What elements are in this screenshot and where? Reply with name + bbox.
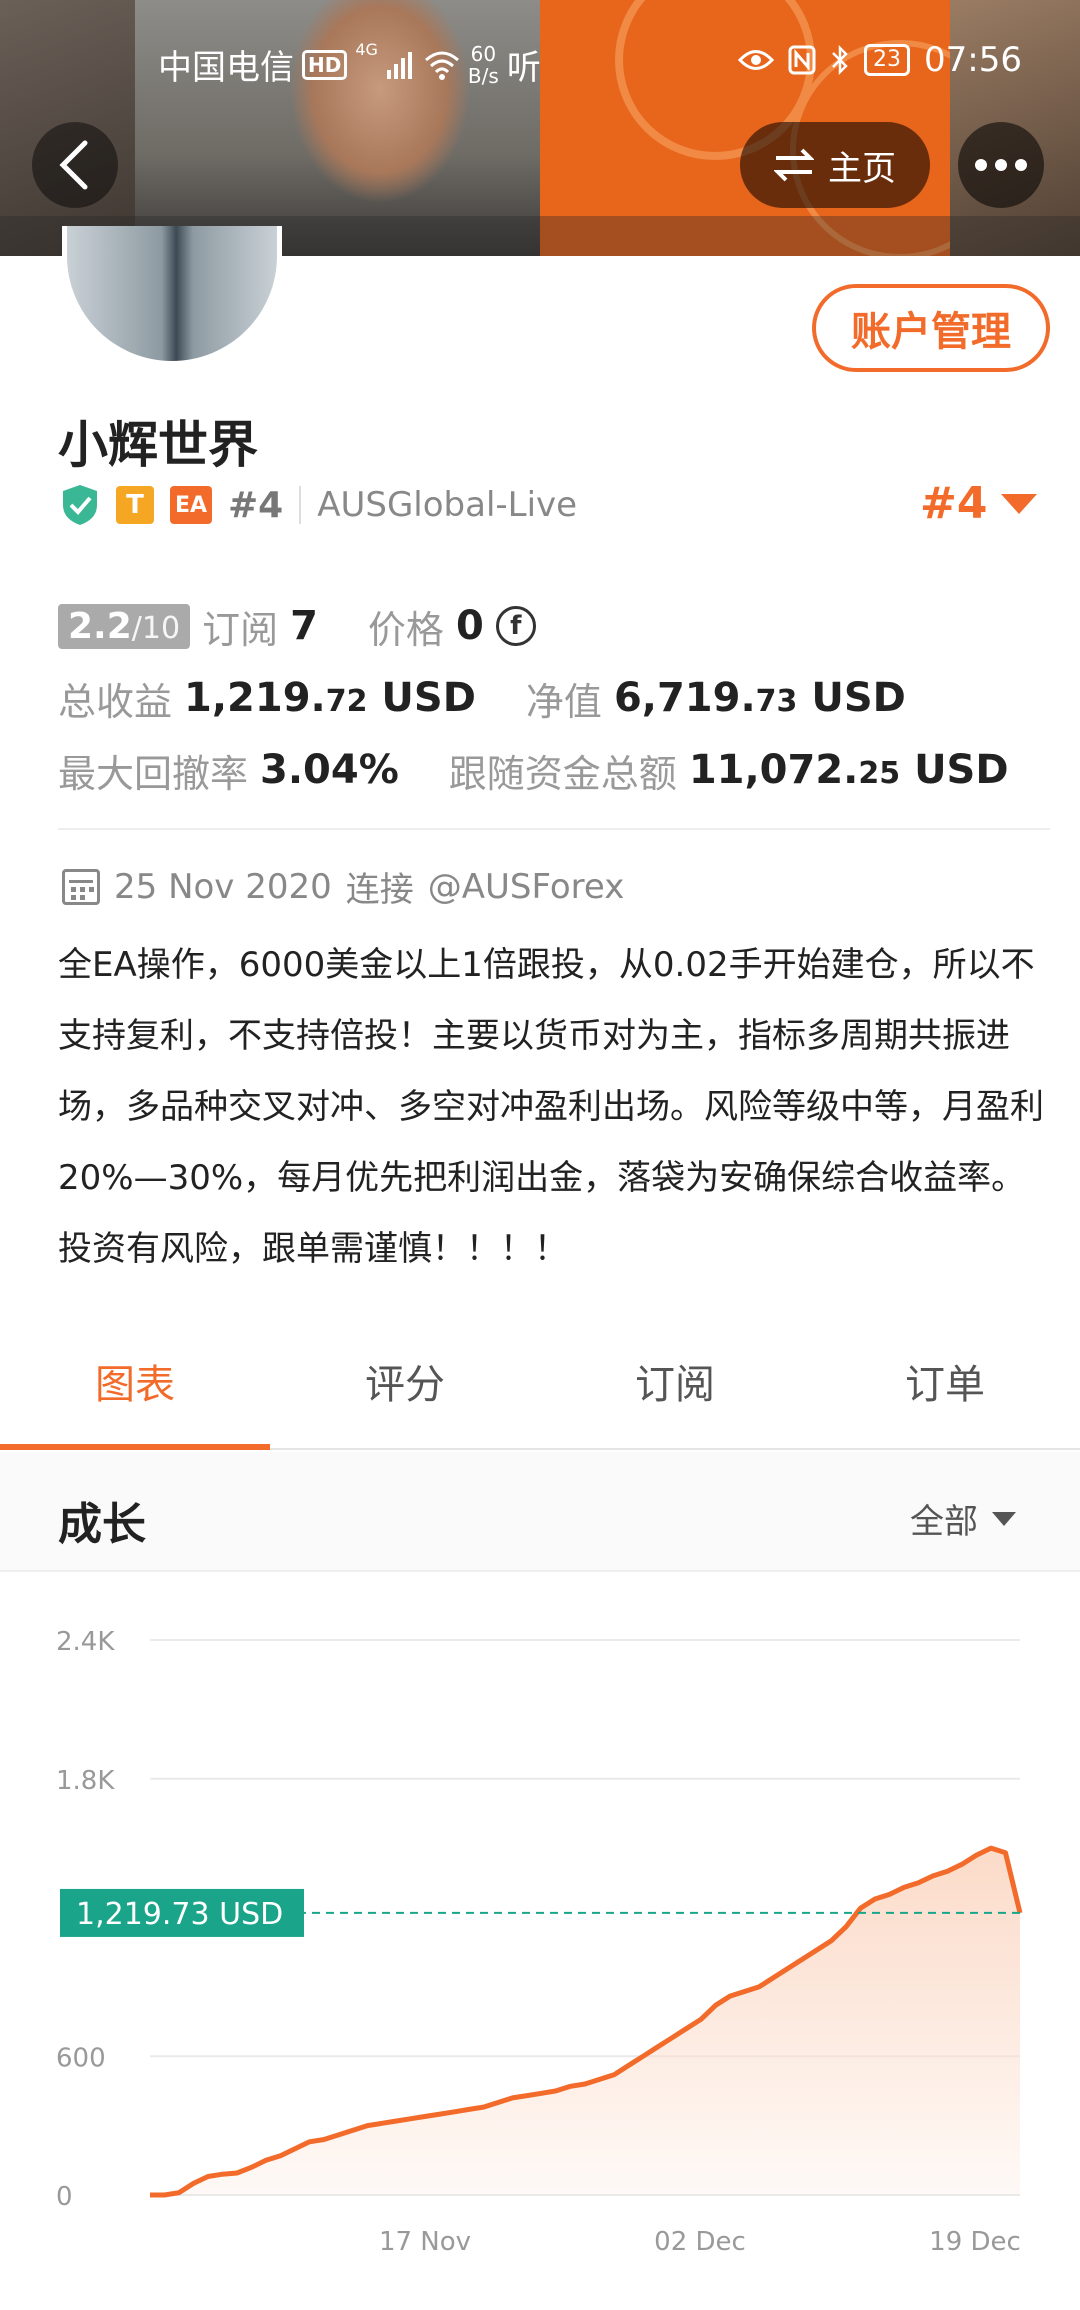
tab-rating[interactable]: 评分 bbox=[270, 1350, 540, 1448]
caret-down-icon bbox=[992, 1511, 1016, 1526]
status-bar: 中国电信 HD 4G 60 B/s 听 23 07:56 bbox=[0, 30, 1080, 94]
tab-chart[interactable]: 图表 bbox=[0, 1350, 270, 1450]
x-tick-label: 02 Dec bbox=[654, 2227, 746, 2257]
more-button[interactable] bbox=[958, 122, 1044, 208]
battery-icon: 23 bbox=[864, 44, 911, 76]
stats-panel: 2.2/10 订阅 7 价格 0 f 总收益 1,219.72 USD 净值 6… bbox=[58, 590, 1048, 806]
strategy-description: 全EA操作，6000美金以上1倍跟投，从0.02手开始建仓，所以不支持复利，不支… bbox=[58, 945, 1044, 1269]
growth-chart[interactable]: 0 600 1.8K 2.4K 17 Nov 02 Dec 19 Dec 1,219.73 U… bbox=[0, 1580, 1080, 2310]
equity-value: 6,719.73 USD bbox=[613, 675, 906, 721]
y-tick-label: 2.4K bbox=[56, 1627, 115, 1657]
verified-shield-icon bbox=[63, 485, 97, 525]
connect-handle[interactable]: @AUSForex bbox=[428, 867, 625, 907]
eye-icon bbox=[738, 50, 775, 70]
drawdown-value: 3.04% bbox=[260, 747, 399, 793]
account-management-button[interactable]: 账户管理 bbox=[812, 284, 1050, 372]
price-label: 价格 bbox=[367, 607, 444, 652]
clock: 07:56 bbox=[924, 40, 1022, 80]
listen-icon: 听 bbox=[506, 48, 541, 88]
swap-icon bbox=[774, 148, 814, 182]
follow-funds-value: 11,072.25 USD bbox=[688, 747, 1009, 793]
connect-text: 连接 bbox=[345, 870, 414, 910]
connect-date: 25 Nov 2020 bbox=[114, 866, 332, 907]
x-tick-label: 17 Nov bbox=[379, 2227, 471, 2257]
more-icon bbox=[975, 159, 987, 171]
x-tick-label: 19 Dec bbox=[929, 2227, 1021, 2257]
price-value: 0 bbox=[455, 603, 484, 649]
caret-down-icon bbox=[1001, 493, 1038, 514]
tab-subscribe[interactable]: 订阅 bbox=[540, 1350, 810, 1448]
ea-badge: EA bbox=[170, 486, 212, 524]
total-profit-label: 总收益 bbox=[58, 679, 173, 724]
network-speed: 60 B/s bbox=[467, 41, 499, 88]
growth-title: 成长 bbox=[58, 1499, 146, 1550]
y-tick-label: 600 bbox=[56, 2043, 106, 2073]
avatar[interactable] bbox=[62, 226, 282, 366]
rank-dropdown[interactable]: #4 bbox=[920, 478, 1038, 529]
back-button[interactable] bbox=[32, 122, 118, 208]
signal-icon bbox=[386, 51, 412, 79]
badge-row: T EA #4 AUSGlobal-Live bbox=[60, 480, 577, 530]
broker-label: AUSGlobal-Live bbox=[317, 485, 578, 525]
growth-filter-dropdown[interactable]: 全部 bbox=[910, 1494, 1016, 1543]
network-type: 4G bbox=[355, 40, 378, 59]
tab-orders[interactable]: 订单 bbox=[810, 1350, 1080, 1448]
bluetooth-icon bbox=[832, 44, 848, 76]
current-value-label: 1,219.73 USD bbox=[76, 1897, 283, 1932]
follow-funds-label: 跟随资金总额 bbox=[448, 751, 677, 796]
carrier-label: 中国电信 bbox=[158, 48, 294, 88]
drawdown-label: 最大回撤率 bbox=[58, 751, 249, 796]
connect-info: 25 Nov 2020 连接 @AUSForex bbox=[62, 862, 624, 911]
page-title: 小辉世界 bbox=[58, 416, 258, 474]
chevron-left-icon bbox=[59, 140, 88, 190]
hd-icon: HD bbox=[302, 49, 348, 80]
growth-filter-label: 全部 bbox=[910, 1502, 978, 1542]
equity-label: 净值 bbox=[525, 679, 602, 724]
trader-badge: T bbox=[116, 486, 154, 524]
divider bbox=[58, 828, 1050, 830]
rating-score: 2.2/10 bbox=[58, 603, 191, 649]
rank-label: #4 bbox=[228, 484, 284, 526]
home-label: 主页 bbox=[828, 148, 896, 189]
y-tick-label: 1.8K bbox=[56, 1766, 115, 1796]
divider bbox=[299, 486, 302, 524]
nfc-icon bbox=[788, 45, 816, 75]
coin-icon: f bbox=[495, 606, 536, 646]
y-tick-label: 0 bbox=[56, 2182, 73, 2212]
wifi-icon bbox=[424, 51, 459, 80]
subscribe-value: 7 bbox=[290, 603, 318, 649]
rank-highlight: #4 bbox=[920, 478, 988, 529]
home-button[interactable]: 主页 bbox=[740, 122, 930, 208]
total-profit-value: 1,219.72 USD bbox=[184, 675, 476, 721]
calendar-icon bbox=[62, 868, 100, 905]
tab-bar: 图表 评分 订阅 订单 bbox=[0, 1350, 1080, 1450]
subscribe-label: 订阅 bbox=[202, 607, 279, 652]
